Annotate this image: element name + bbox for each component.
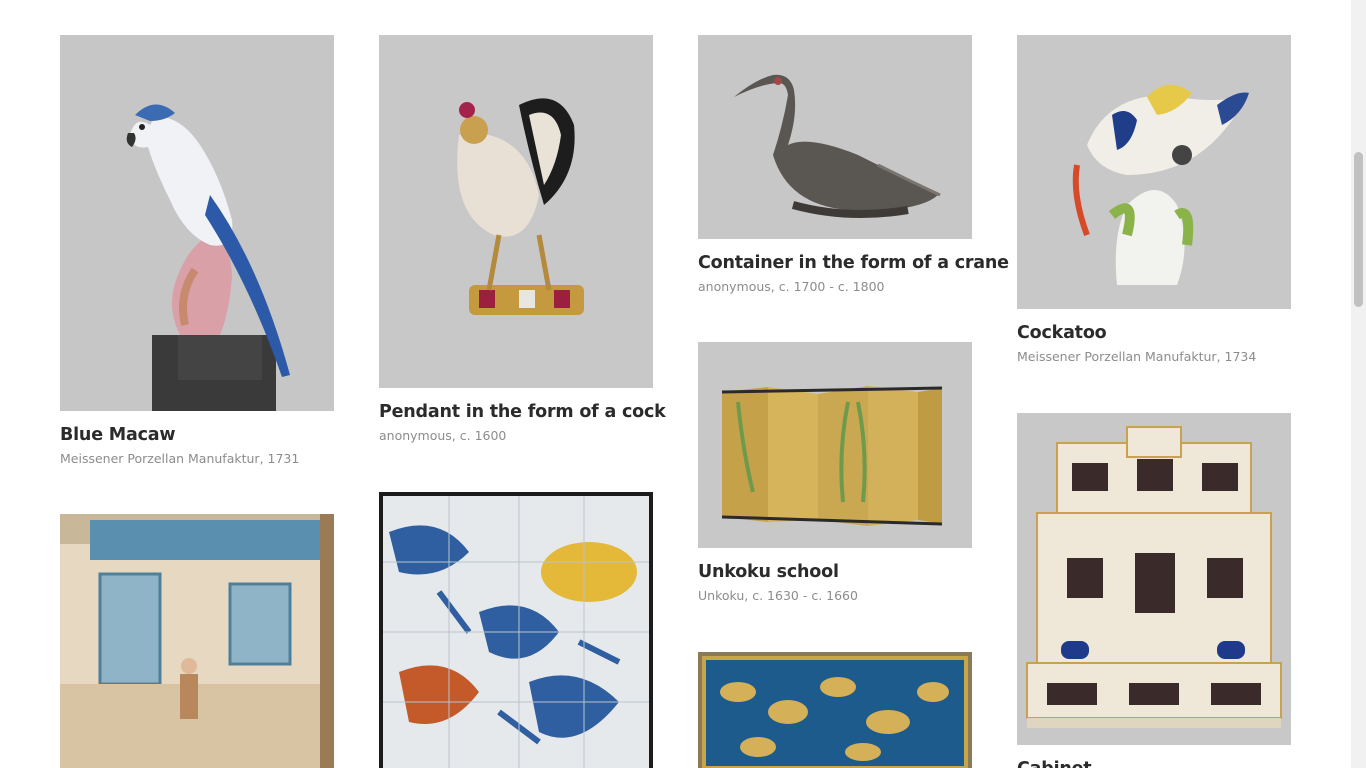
artwork-meta: Unkoku, c. 1630 - c. 1660 <box>698 588 858 603</box>
artwork-card-pendant-cock[interactable]: Pendant in the form of a cock anonymous,… <box>379 35 666 444</box>
artwork-card-cabinet[interactable]: Cabinet <box>1017 413 1291 768</box>
collection-grid: Blue Macaw Meissener Porzellan Manufaktu… <box>0 0 1351 768</box>
artwork-card-cockatoo[interactable]: Cockatoo Meissener Porzellan Manufaktur,… <box>1017 35 1291 365</box>
artwork-image-unkoku-screen[interactable] <box>698 342 972 548</box>
artwork-meta: anonymous, c. 1600 <box>379 428 507 443</box>
artwork-image-cabinet[interactable] <box>1017 413 1291 745</box>
vertical-scrollbar[interactable] <box>1351 0 1366 768</box>
artwork-meta: Meissener Porzellan Manufaktur, 1734 <box>1017 349 1257 364</box>
artwork-title[interactable]: Unkoku school <box>698 561 972 583</box>
artwork-card-unkoku-screen[interactable]: Unkoku school Unkoku, c. 1630 - c. 1660 <box>698 342 972 604</box>
artwork-meta: Meissener Porzellan Manufaktur, 1731 <box>60 451 300 466</box>
artwork-card-gold-birds-textile[interactable] <box>698 652 972 768</box>
artwork-card-blue-macaw[interactable]: Blue Macaw Meissener Porzellan Manufaktu… <box>60 35 334 467</box>
artwork-title[interactable]: Container in the form of a crane <box>698 252 1009 274</box>
artwork-title[interactable]: Pendant in the form of a cock <box>379 401 666 423</box>
artwork-card-tile-panel[interactable] <box>379 492 653 768</box>
artwork-card-crane-container[interactable]: Container in the form of a crane anonymo… <box>698 35 1009 295</box>
artwork-image-cockatoo[interactable] <box>1017 35 1291 309</box>
artwork-card-interior-drawing[interactable] <box>60 514 334 768</box>
artwork-image-crane-container[interactable] <box>698 35 972 239</box>
artwork-title[interactable]: Cockatoo <box>1017 322 1291 344</box>
artwork-image-gold-birds-textile[interactable] <box>698 652 972 768</box>
artwork-meta: anonymous, c. 1700 - c. 1800 <box>698 279 885 294</box>
scrollbar-thumb[interactable] <box>1354 152 1363 307</box>
artwork-title[interactable]: Blue Macaw <box>60 424 334 446</box>
artwork-image-tile-panel[interactable] <box>379 492 653 768</box>
artwork-image-interior-drawing[interactable] <box>60 514 334 768</box>
artwork-image-blue-macaw[interactable] <box>60 35 334 411</box>
artwork-image-pendant-cock[interactable] <box>379 35 653 388</box>
artwork-title[interactable]: Cabinet <box>1017 758 1291 768</box>
